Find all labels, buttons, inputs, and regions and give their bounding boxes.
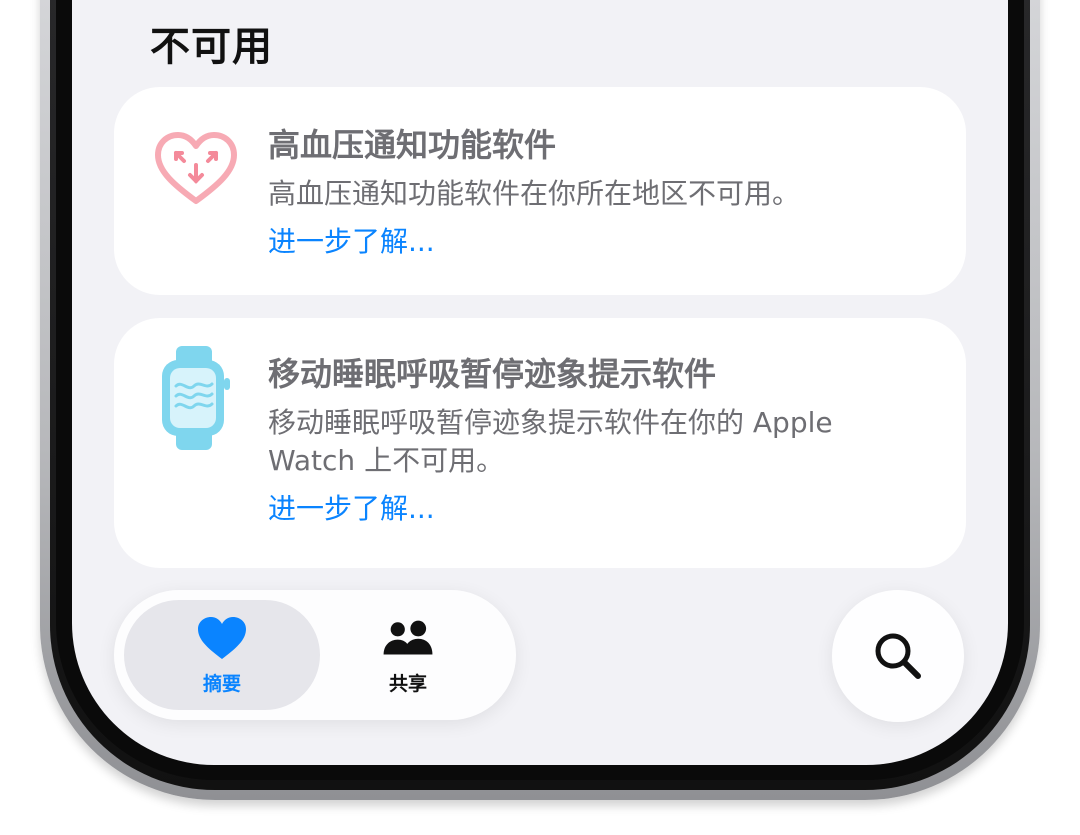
search-button[interactable] [832, 590, 964, 722]
card-description: 高血压通知功能软件在你所在地区不可用。 [268, 177, 801, 210]
tab-sharing[interactable]: 共享 [310, 600, 506, 710]
people-icon [383, 620, 433, 655]
tab-label: 共享 [388, 672, 427, 695]
unavailable-card-hypertension: 高血压通知功能软件 高血压通知功能软件在你所在地区不可用。 进一步了解... [114, 87, 966, 295]
learn-more-link[interactable]: 进一步了解... [268, 490, 926, 528]
apple-watch-breathing-icon [158, 344, 234, 452]
section-title: 不可用 [150, 24, 273, 70]
card-description: 移动睡眠呼吸暂停迹象提示软件在你的 Apple Watch 上不可用。 [268, 406, 833, 477]
heart-arrows-icon [154, 131, 238, 207]
search-icon [875, 633, 921, 679]
tab-bar: 摘要 共享 [114, 590, 516, 720]
heart-icon [198, 616, 246, 659]
tab-label: 摘要 [202, 672, 241, 695]
unavailable-card-sleep-apnea: 移动睡眠呼吸暂停迹象提示软件 移动睡眠呼吸暂停迹象提示软件在你的 Apple W… [114, 318, 966, 568]
screen: 不可用 高血压通知功能软件 高血压通知功能软件在你所在地区不可用。 进一步了解.… [72, 0, 1008, 765]
learn-more-link[interactable]: 进一步了解... [268, 223, 926, 261]
tab-summary[interactable]: 摘要 [124, 600, 320, 710]
card-title: 高血压通知功能软件 [268, 126, 557, 164]
card-title: 移动睡眠呼吸暂停迹象提示软件 [268, 355, 717, 393]
